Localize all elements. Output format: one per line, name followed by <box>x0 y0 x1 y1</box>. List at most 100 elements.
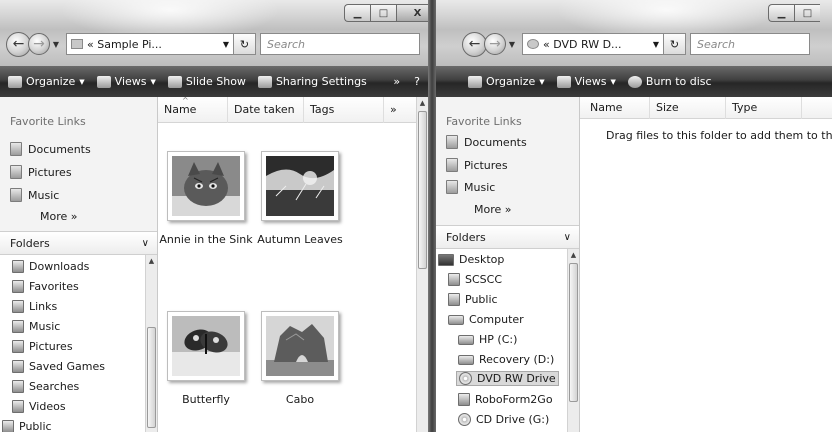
refresh-button[interactable]: ↻ <box>234 33 256 55</box>
address-text: « Sample Pi... <box>87 37 162 51</box>
scrollbar-thumb[interactable] <box>569 263 578 402</box>
tree-item-computer[interactable]: Computer <box>448 313 524 326</box>
music-icon <box>10 188 22 202</box>
views-button[interactable]: Views ▼ <box>556 75 616 88</box>
tree-item-scscc[interactable]: SCSCC <box>448 273 502 286</box>
column-type[interactable]: Type <box>726 97 802 119</box>
folders-header[interactable]: Folders ∨ <box>436 225 579 249</box>
minimize-button[interactable]: ▁ <box>768 4 794 22</box>
scroll-up-icon[interactable]: ▲ <box>568 249 579 261</box>
file-list: ^ Name Date taken Tags » ▲ Annie in the … <box>156 96 428 432</box>
columns-overflow-button[interactable]: » <box>384 97 408 123</box>
tree-item-favorites[interactable]: Favorites <box>12 280 79 293</box>
file-list-scrollbar[interactable]: ▲ <box>416 97 428 432</box>
tree-item-searches[interactable]: Searches <box>12 380 79 393</box>
column-date-taken[interactable]: Date taken <box>228 97 304 123</box>
address-bar[interactable]: « DVD RW D... ▼ <box>522 33 664 55</box>
organize-button[interactable]: Organize ▼ <box>8 75 85 88</box>
column-headers: Name Size Type <box>580 97 832 119</box>
tree-item-hp-c[interactable]: HP (C:) <box>458 333 517 346</box>
back-arrow-icon: ← <box>12 36 25 52</box>
toolbar-overflow-button[interactable]: » <box>393 75 400 88</box>
minimize-icon: ▁ <box>777 7 786 19</box>
folder-icon <box>12 320 24 333</box>
more-links[interactable]: More » <box>40 210 78 223</box>
forward-button[interactable]: → <box>28 33 50 55</box>
address-dropdown-icon[interactable]: ▼ <box>653 40 659 49</box>
search-input[interactable]: Search <box>260 33 420 55</box>
folder-icon <box>12 280 24 293</box>
scrollbar-thumb[interactable] <box>147 327 156 428</box>
tree-item-saved-games[interactable]: Saved Games <box>12 360 105 373</box>
favorite-music[interactable]: Music <box>10 188 59 202</box>
address-dropdown-icon[interactable]: ▼ <box>223 40 229 49</box>
refresh-icon: ↻ <box>239 37 250 51</box>
tree-item-downloads[interactable]: Downloads <box>12 260 89 273</box>
tree-item-desktop[interactable]: Desktop <box>438 253 504 266</box>
organize-icon <box>468 75 482 88</box>
user-folder-icon <box>448 273 460 286</box>
file-name: Cabo <box>285 393 315 406</box>
tree-item-music[interactable]: Music <box>12 320 60 333</box>
sort-ascending-icon: ^ <box>182 96 189 105</box>
scrollbar-thumb[interactable] <box>418 111 427 269</box>
chevron-down-icon: ∨ <box>563 231 571 243</box>
back-arrow-icon: ← <box>468 36 481 52</box>
maximize-button[interactable]: □ <box>794 4 820 22</box>
refresh-button[interactable]: ↻ <box>664 33 686 55</box>
minimize-button[interactable]: ▁ <box>344 4 370 22</box>
favorite-music[interactable]: Music <box>446 180 495 194</box>
help-button[interactable]: ? <box>414 75 420 88</box>
organize-button[interactable]: Organize ▼ <box>468 75 545 88</box>
file-name: Annie in the Sink <box>159 233 253 246</box>
hard-drive-icon <box>458 354 474 365</box>
scroll-up-icon[interactable]: ▲ <box>146 255 157 267</box>
favorite-documents[interactable]: Documents <box>446 135 527 149</box>
tree-item-public[interactable]: Public <box>448 293 498 306</box>
scroll-up-icon[interactable]: ▲ <box>417 97 428 109</box>
tree-item-videos[interactable]: Videos <box>12 400 66 413</box>
forward-button[interactable]: → <box>484 33 506 55</box>
column-name[interactable]: ^ Name <box>158 96 228 123</box>
file-cabo[interactable]: Cabo <box>250 311 350 406</box>
folders-header[interactable]: Folders ∨ <box>0 231 157 255</box>
close-button[interactable]: X <box>396 4 428 22</box>
search-input[interactable]: Search <box>690 33 810 55</box>
recent-pages-dropdown[interactable]: ▼ <box>50 40 62 49</box>
more-links[interactable]: More » <box>474 203 512 216</box>
tree-item-roboform2go[interactable]: RoboForm2Go <box>458 393 553 406</box>
navigation-bar: ← → ▼ « Sample Pi... ▼ ↻ Search <box>6 30 422 58</box>
folder-icon <box>2 420 14 432</box>
tree-item-cd-drive-g[interactable]: CD Drive (G:) <box>458 413 549 426</box>
address-bar[interactable]: « Sample Pi... ▼ <box>66 33 234 55</box>
empty-disc-message: Drag files to this folder to add them to… <box>606 129 832 142</box>
favorite-pictures[interactable]: Pictures <box>10 165 72 179</box>
folder-tree-scrollbar[interactable]: ▲ <box>567 249 579 432</box>
file-butterfly[interactable]: Butterfly <box>156 311 256 406</box>
pictures-icon <box>10 165 22 179</box>
favorite-pictures[interactable]: Pictures <box>446 158 508 172</box>
tree-item-public[interactable]: Public <box>2 420 52 432</box>
tree-item-recovery-d[interactable]: Recovery (D:) <box>458 353 554 366</box>
file-autumn-leaves[interactable]: Autumn Leaves <box>250 151 350 246</box>
refresh-icon: ↻ <box>669 37 680 51</box>
views-icon <box>96 75 111 88</box>
maximize-icon: □ <box>802 7 813 19</box>
recent-pages-dropdown[interactable]: ▼ <box>506 40 518 49</box>
favorite-documents[interactable]: Documents <box>10 142 91 156</box>
folder-tree: Downloads Favorites Links Music Pictures… <box>0 255 145 432</box>
slide-show-button[interactable]: Slide Show <box>167 75 246 88</box>
column-name[interactable]: Name <box>580 97 650 119</box>
tree-item-links[interactable]: Links <box>12 300 57 313</box>
burn-to-disc-button[interactable]: Burn to disc <box>627 75 712 88</box>
views-button[interactable]: Views ▼ <box>96 75 156 88</box>
sharing-settings-button[interactable]: Sharing Settings <box>257 75 367 88</box>
file-annie-in-the-sink[interactable]: Annie in the Sink <box>156 151 256 246</box>
thumbnail <box>261 311 339 381</box>
favorite-links-heading: Favorite Links <box>446 115 522 128</box>
column-tags[interactable]: Tags <box>304 97 384 123</box>
column-size[interactable]: Size <box>650 97 726 119</box>
tree-item-pictures[interactable]: Pictures <box>12 340 73 353</box>
tree-item-dvd-rw-drive[interactable]: DVD RW Drive <box>456 371 559 386</box>
maximize-button[interactable]: □ <box>370 4 396 22</box>
